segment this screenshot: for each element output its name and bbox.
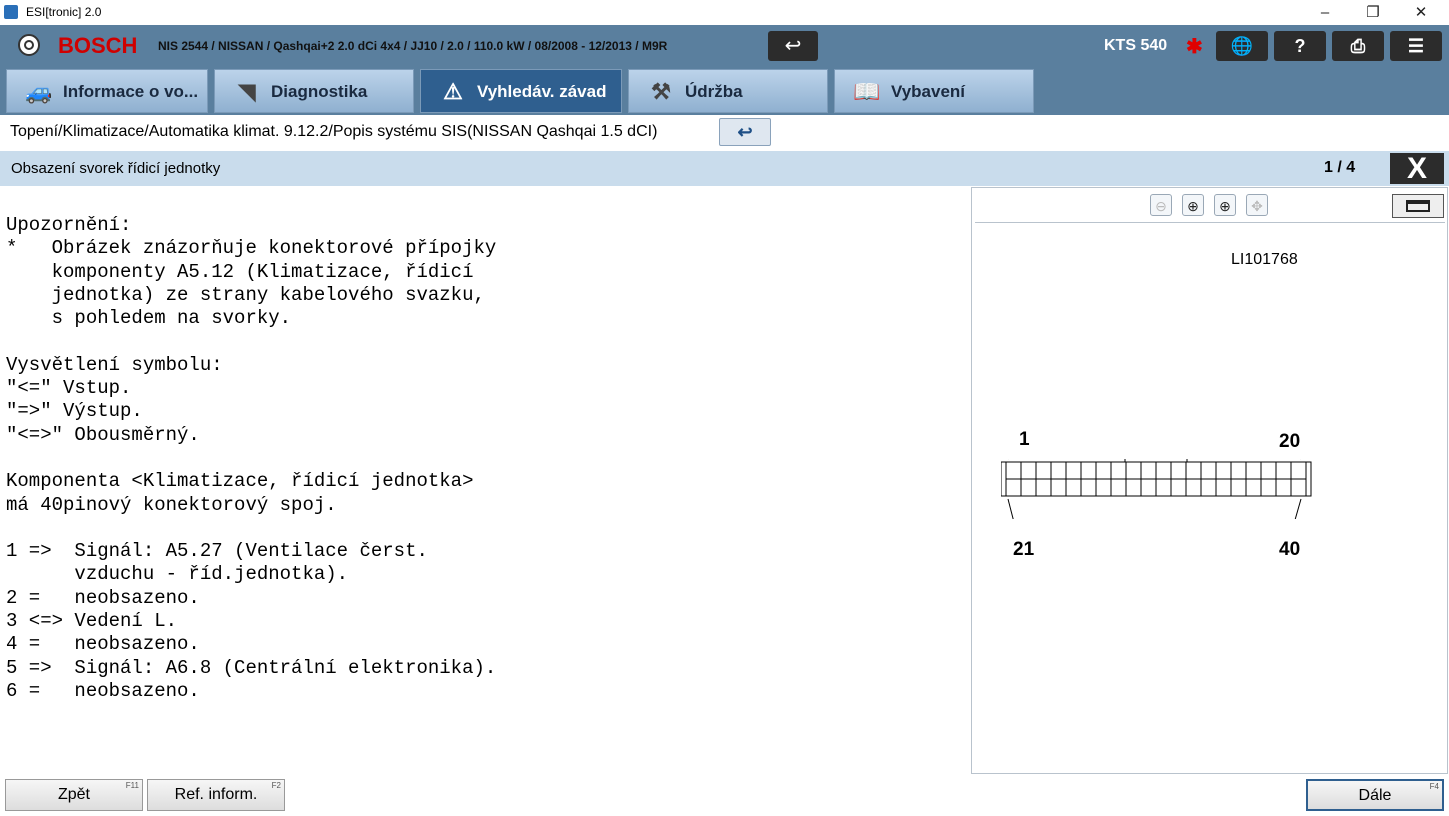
text-line: "<=>" Obousměrný.	[6, 423, 200, 446]
reference-info-label: Ref. inform.	[174, 786, 258, 803]
back-shortcut: F11	[125, 781, 139, 790]
window-titlebar: ESI[tronic] 2.0 – ❐ ✕	[0, 0, 1449, 25]
text-line: Vysvětlení symbolu:	[6, 353, 223, 376]
next-button[interactable]: Dále F4	[1306, 779, 1444, 811]
app-header: BOSCH NIS 2544 / NISSAN / Qashqai+2 2.0 …	[0, 25, 1449, 67]
maximize-button[interactable]: ❐	[1350, 2, 1396, 24]
vehicle-back-button[interactable]: ↩	[768, 31, 818, 61]
tab-maintenance[interactable]: ⚒ Údržba	[628, 69, 828, 113]
vehicle-info: NIS 2544 / NISSAN / Qashqai+2 2.0 dCi 4x…	[158, 39, 668, 53]
search-fault-icon: ⚠	[443, 79, 463, 104]
device-name: KTS 540	[1104, 37, 1168, 54]
text-line: s pohledem na svorky.	[6, 307, 292, 330]
breadcrumb: Topení/Klimatizace/Automatika klimat. 9.…	[0, 115, 1449, 151]
next-button-label: Dále	[1358, 787, 1392, 804]
text-line: Upozornění:	[6, 214, 132, 236]
tab-label: Vyhledáv. závad	[477, 82, 607, 101]
notes-icon: ☰	[1407, 36, 1425, 56]
maximize-viewer-button[interactable]	[1392, 194, 1444, 218]
back-button[interactable]: Zpět F11	[5, 779, 143, 811]
zoom-area-icon[interactable]: ⊕	[1214, 194, 1236, 216]
image-viewer: ⊖ ⊕ ⊕ ✥ LI101768 1 20 21 40	[971, 187, 1448, 774]
text-line: Komponenta <Klimatizace, řídicí jednotka…	[6, 470, 474, 493]
viewer-canvas[interactable]: LI101768 1 20 21 40	[975, 222, 1445, 773]
connector-diagram	[1001, 459, 1312, 519]
brand-name: BOSCH	[58, 33, 138, 58]
car-info-icon: 🚙	[25, 79, 53, 104]
tab-equipment[interactable]: 📖 Vybavení	[834, 69, 1034, 113]
text-line: 3 <=> Vedení L.	[6, 610, 178, 633]
bosch-logo-icon	[18, 34, 40, 56]
pin-label-20: 20	[1279, 431, 1301, 452]
print-button[interactable]: ⎙	[1332, 31, 1384, 61]
text-line: jednotka) ze strany kabelového svazku,	[6, 283, 485, 306]
app-icon	[4, 5, 18, 19]
reference-info-button[interactable]: Ref. inform. F2	[147, 779, 285, 811]
globe-offline-icon: 🌐	[1230, 36, 1254, 56]
section-title: Obsazení svorek řídicí jednotky	[11, 160, 221, 177]
print-icon: ⎙	[1350, 36, 1366, 56]
next-shortcut: F4	[1429, 782, 1439, 791]
tab-label: Diagnostika	[271, 82, 368, 101]
reference-info-shortcut: F2	[271, 781, 281, 790]
tester-icon: ◥	[238, 79, 256, 104]
text-line: 1 => Signál: A5.27 (Ventilace čerst.	[6, 540, 428, 563]
close-window-button[interactable]: ✕	[1398, 2, 1444, 24]
maintenance-icon: ⚒	[651, 79, 671, 104]
tab-label: Údržba	[685, 82, 743, 101]
help-icon: ?	[1294, 36, 1306, 56]
image-id: LI101768	[1231, 251, 1298, 268]
text-line: "=>" Výstup.	[6, 400, 143, 423]
close-document-button[interactable]: X	[1390, 153, 1444, 184]
text-line: * Obrázek znázorňuje konektorové přípojk…	[6, 237, 497, 260]
breadcrumb-back-button[interactable]: ↩	[719, 118, 771, 146]
pan-icon[interactable]: ✥	[1246, 194, 1268, 216]
back-button-label: Zpět	[57, 786, 90, 803]
pin-label-40: 40	[1279, 539, 1301, 560]
section-header: Obsazení svorek řídicí jednotky 1 / 4 X	[0, 151, 1449, 186]
text-line: 6 = neobsazeno.	[6, 679, 200, 702]
pin-label-21: 21	[1013, 539, 1035, 560]
help-button[interactable]: ?	[1274, 31, 1326, 61]
tab-fault-search[interactable]: ⚠ Vyhledáv. závad	[420, 69, 622, 113]
window-title: ESI[tronic] 2.0	[26, 5, 102, 19]
breadcrumb-path: Topení/Klimatizace/Automatika klimat. 9.…	[10, 123, 658, 140]
book-icon: 📖	[853, 79, 881, 104]
viewer-toolbar: ⊖ ⊕ ⊕ ✥	[972, 188, 1447, 222]
tab-label: Vybavení	[891, 82, 966, 101]
pin-label-1: 1	[1019, 429, 1030, 450]
zoom-in-icon[interactable]: ⊕	[1182, 194, 1204, 216]
text-line: má 40pinový konektorový spoj.	[6, 493, 337, 516]
text-line: 2 = neobsazeno.	[6, 586, 200, 609]
zoom-out-icon[interactable]: ⊖	[1150, 194, 1172, 216]
tab-vehicle-info[interactable]: 🚙 Informace o vo...	[6, 69, 208, 113]
notes-button[interactable]: ☰	[1390, 31, 1442, 61]
text-line: komponenty A5.12 (Klimatizace, řídicí	[6, 260, 474, 283]
document-text: Upozornění: * Obrázek znázorňuje konekto…	[6, 214, 956, 774]
text-line: 4 = neobsazeno.	[6, 633, 200, 656]
tab-label: Informace o vo...	[63, 82, 199, 101]
bluetooth-icon: ✱	[1186, 36, 1203, 58]
globe-offline-button[interactable]: 🌐	[1216, 31, 1268, 61]
page-counter: 1 / 4	[1324, 159, 1356, 176]
tab-diagnostics[interactable]: ◥ Diagnostika	[214, 69, 414, 113]
text-line: vzduchu - říd.jednotka).	[6, 563, 349, 586]
text-line: "<=" Vstup.	[6, 377, 132, 400]
minimize-button[interactable]: –	[1302, 2, 1348, 24]
main-tabs: 🚙 Informace o vo... ◥ Diagnostika ⚠ Vyhl…	[0, 67, 1449, 115]
text-line: 5 => Signál: A6.8 (Centrální elektronika…	[6, 656, 497, 679]
